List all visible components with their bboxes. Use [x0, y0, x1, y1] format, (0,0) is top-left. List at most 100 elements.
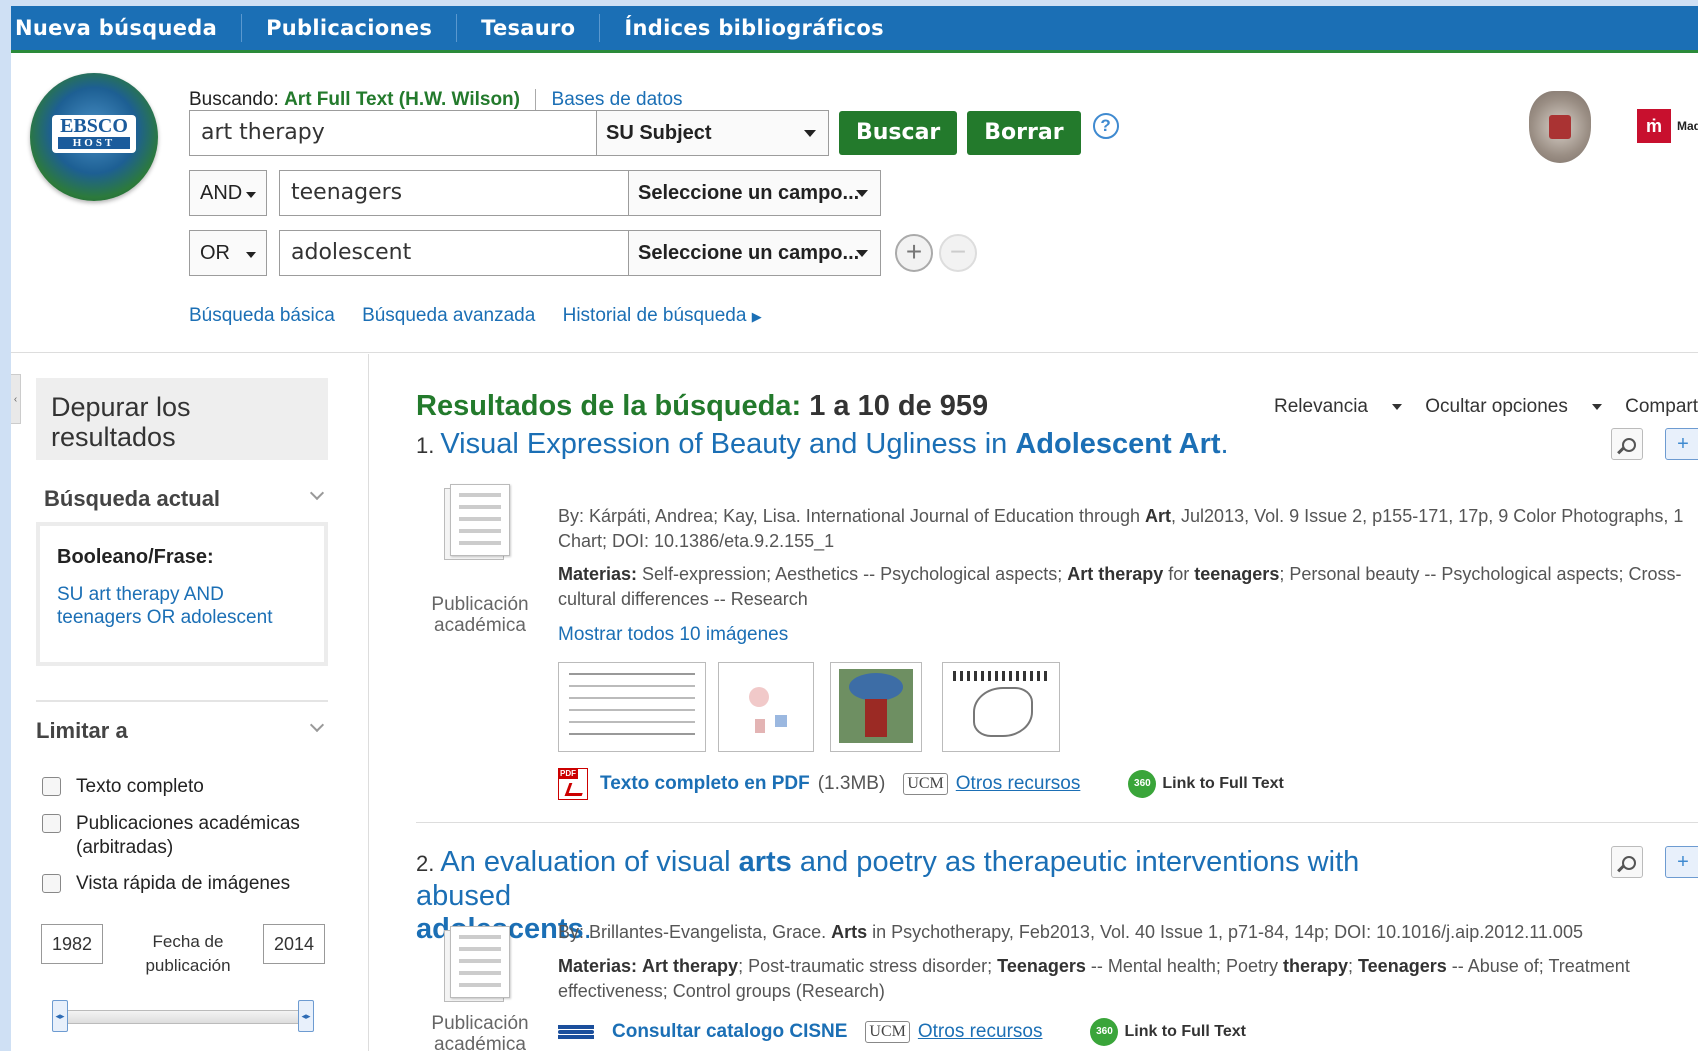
result-1-links: Texto completo en PDF (1.3MB) UCM Otros …	[558, 768, 1284, 800]
nav-bibliographic-indexes[interactable]: Índices bibliográficos	[600, 14, 907, 42]
image-thumbnail-sketch[interactable]	[942, 662, 1060, 752]
academic-journal-icon	[432, 480, 512, 564]
current-search-box: Booleano/Frase: SU art therapy AND teena…	[36, 522, 328, 666]
sort-relevance-dropdown[interactable]: Relevancia	[1274, 396, 1402, 417]
boolean-select-2[interactable]: AND	[189, 170, 267, 216]
chevron-down-icon	[1392, 403, 1402, 410]
field-select-3[interactable]: Seleccione un campo...	[629, 230, 881, 276]
choose-databases-link[interactable]: Bases de datos	[552, 89, 683, 110]
search-row-1: art therapy SU Subject Buscar Borrar ?	[189, 110, 1119, 156]
basic-search-link[interactable]: Búsqueda básica	[189, 305, 335, 326]
nav-new-search[interactable]: Nueva búsqueda	[11, 14, 243, 42]
search-input-2[interactable]: teenagers	[279, 170, 629, 216]
preview-magnifier-icon[interactable]	[1611, 846, 1643, 878]
year-from-input[interactable]: 1982	[41, 924, 103, 964]
limit-image-quick-view[interactable]: Vista rápida de imágenes	[42, 872, 290, 896]
date-range-slider-track[interactable]	[56, 1010, 310, 1024]
remove-row-icon[interactable]: −	[939, 234, 977, 272]
other-resources-link[interactable]: Otros recursos	[956, 773, 1081, 795]
ucm-crest-logo	[1529, 91, 1591, 163]
show-all-images-link[interactable]: Mostrar todos 10 imágenes	[558, 624, 788, 646]
image-thumbnail-table[interactable]	[558, 662, 706, 752]
search-header: EBSCO HOST Buscando: Art Full Text (H.W. …	[11, 53, 1698, 353]
madrid-mark-icon: ṁ	[1637, 109, 1671, 143]
madrid-logo: ṁ Madr	[1637, 109, 1698, 143]
search-row-3: OR adolescent Seleccione un campo... + −	[189, 230, 977, 276]
search-history-link[interactable]: Historial de búsqueda ▶	[563, 305, 762, 326]
year-to-input[interactable]: 2014	[263, 924, 325, 964]
result-1-actions: +	[1611, 428, 1698, 460]
chevron-down-icon	[1591, 403, 1602, 410]
result-1-citation: By: Kárpáti, Andrea; Kay, Lisa. Internat…	[558, 506, 1684, 551]
nav-thesaurus[interactable]: Tesauro	[457, 14, 601, 42]
academic-journal-icon	[432, 922, 512, 1006]
result-1-type: Publicación académica	[431, 594, 529, 636]
database-name: Art Full Text (H.W. Wilson)	[284, 89, 520, 111]
search-input-1[interactable]: art therapy	[189, 110, 597, 156]
pdf-full-text-link[interactable]: Texto completo en PDF	[600, 773, 810, 795]
hide-options-dropdown[interactable]: Ocultar opciones	[1425, 396, 1602, 417]
nav-publications[interactable]: Publicaciones	[242, 14, 458, 42]
collapse-sidebar-icon[interactable]: ‹	[11, 374, 21, 424]
result-divider	[416, 822, 1698, 823]
divider	[36, 700, 328, 702]
publication-date-label: Fecha de publicación	[145, 932, 231, 975]
result-2-actions: +	[1611, 846, 1698, 878]
search-mode-links: Búsqueda básica Búsqueda avanzada Histor…	[189, 305, 784, 327]
result-2-citation: By: Brillantes-Evangelista, Grace. Arts …	[558, 922, 1583, 942]
date-slider-handle-to[interactable]: ◂▸	[298, 1000, 314, 1032]
catalog-icon[interactable]	[558, 1025, 594, 1039]
search-input-3[interactable]: adolescent	[279, 230, 629, 276]
checkbox[interactable]	[42, 874, 61, 893]
top-nav-bar: Nueva búsqueda Publicaciones Tesauro Índ…	[11, 6, 1698, 53]
catalog-cisne-link[interactable]: Consultar catalogo CISNE	[612, 1021, 847, 1043]
field-select-1[interactable]: SU Subject	[597, 110, 829, 156]
current-search-heading[interactable]: Búsqueda actual	[44, 486, 220, 512]
clear-button[interactable]: Borrar	[967, 111, 1081, 155]
search-row-2: AND teenagers Seleccione un campo...	[189, 170, 881, 216]
share-dropdown[interactable]: Compartir	[1625, 396, 1698, 417]
searching-label: Buscando:	[189, 89, 279, 111]
ebscohost-logo[interactable]: EBSCO HOST	[30, 73, 158, 201]
other-resources-link[interactable]: Otros recursos	[918, 1021, 1043, 1043]
checkbox[interactable]	[42, 814, 61, 833]
pdf-size: (1.3MB)	[817, 773, 886, 794]
madrid-label: Madr	[1677, 119, 1698, 133]
result-1-title[interactable]: 1. Visual Expression of Beauty and Ugline…	[416, 428, 1229, 462]
image-thumbnail-painting[interactable]	[830, 662, 922, 752]
current-query-link[interactable]: SU art therapy AND teenagers OR adolesce…	[57, 583, 307, 629]
add-row-icon[interactable]: +	[895, 234, 933, 272]
results-tools: Relevancia Ocultar opciones Compartir	[1274, 396, 1698, 418]
refine-results-title: Depurar los resultados	[36, 378, 328, 460]
field-select-2[interactable]: Seleccione un campo...	[629, 170, 881, 216]
search-button[interactable]: Buscar	[839, 111, 958, 155]
triangle-right-icon: ▶	[751, 309, 762, 324]
boolean-select-3[interactable]: OR	[189, 230, 267, 276]
limit-full-text[interactable]: Texto completo	[42, 775, 204, 799]
preview-magnifier-icon[interactable]	[1611, 428, 1643, 460]
checkbox[interactable]	[42, 777, 61, 796]
add-to-folder-icon[interactable]: +	[1665, 846, 1698, 878]
help-icon[interactable]: ?	[1092, 113, 1119, 139]
results-count: 1 a 10 de 959	[809, 390, 989, 422]
window-left-edge	[0, 0, 11, 1051]
link-to-full-text[interactable]: Link to Full Text	[1124, 1023, 1245, 1041]
360-link-icon[interactable]: 360	[1090, 1018, 1119, 1046]
link-to-full-text[interactable]: Link to Full Text	[1162, 775, 1283, 793]
boolean-phrase-label: Booleano/Frase:	[57, 546, 214, 568]
limit-peer-reviewed[interactable]: Publicaciones académicas (arbitradas)	[42, 812, 322, 860]
limit-to-heading[interactable]: Limitar a	[36, 718, 128, 744]
advanced-search-link[interactable]: Búsqueda avanzada	[362, 305, 535, 326]
add-to-folder-icon[interactable]: +	[1665, 428, 1698, 460]
result-1-subjects: Materias: Self-expression; Aesthetics --…	[558, 564, 1682, 609]
image-thumbnail-drawing[interactable]	[718, 662, 814, 752]
chevron-down-icon[interactable]	[309, 717, 325, 733]
360-link-icon[interactable]: 360	[1128, 770, 1157, 798]
pdf-icon[interactable]	[558, 768, 588, 800]
page: { "nav": {"items": ["Nueva búsqueda", "P…	[0, 0, 1698, 1051]
ucm-icon: UCM	[865, 1021, 910, 1043]
chevron-down-icon	[856, 250, 868, 257]
refine-sidebar: ‹ Depurar los resultados Búsqueda actual…	[11, 354, 369, 1051]
date-slider-handle-from[interactable]: ◂▸	[52, 1000, 68, 1032]
chevron-down-icon[interactable]	[309, 485, 325, 501]
